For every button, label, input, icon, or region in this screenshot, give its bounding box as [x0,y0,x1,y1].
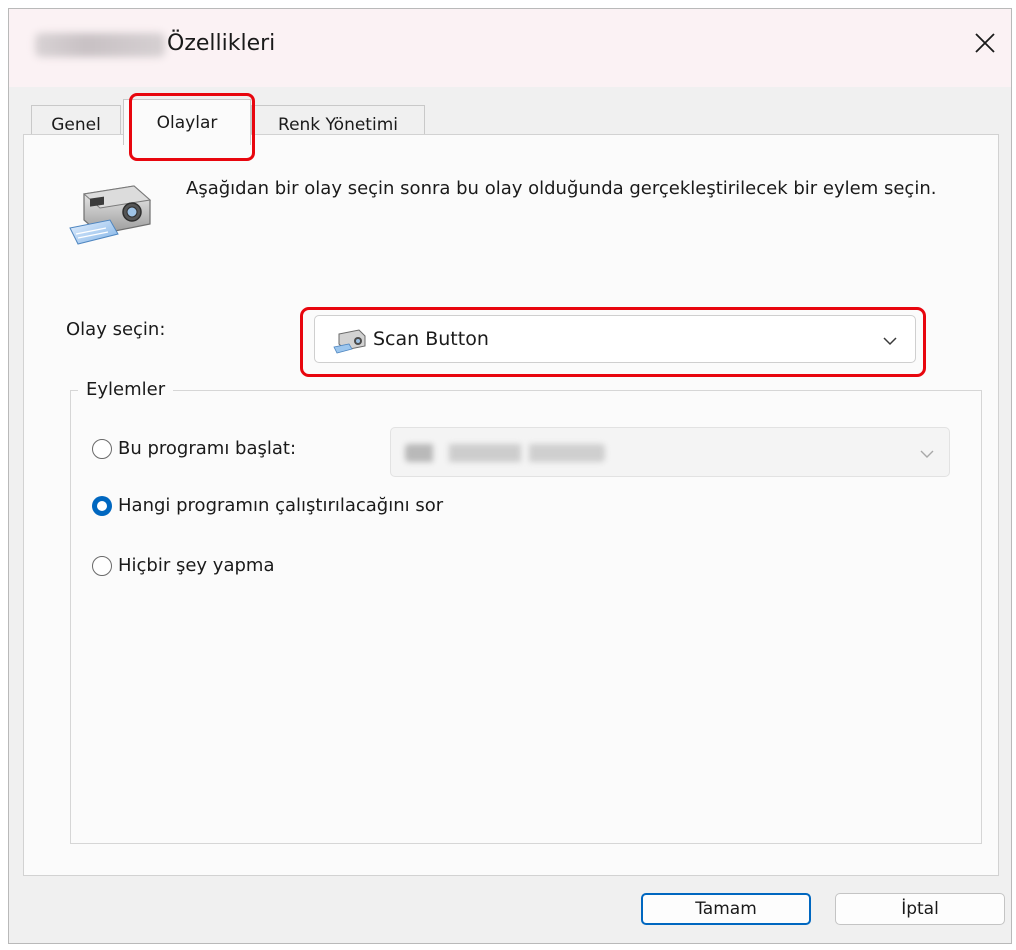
events-panel: Aşağıdan bir olay seçin sonra bu olay ol… [23,134,999,876]
screen: Özellikleri Genel Olaylar Renk Yönetimi [0,0,1016,950]
redacted-program-name [405,444,605,462]
radio-label: Hiçbir şey yapma [118,555,275,576]
selected-event: Scan Button [373,328,489,350]
window-title: Özellikleri [167,31,276,56]
program-dropdown[interactable] [390,427,950,477]
cancel-button[interactable]: İptal [835,893,1005,925]
events-description: Aşağıdan bir olay seçin sonra bu olay ol… [186,178,937,199]
radio-label: Bu programı başlat: [118,438,297,459]
tab-olaylar[interactable]: Olaylar [123,99,251,145]
chevron-down-icon [883,337,897,346]
event-select-label: Olay seçin: [66,319,166,340]
radio-label: Hangi programın çalıştırılacağını sor [118,495,444,516]
redacted-device-name [35,33,165,57]
radio-do-nothing[interactable]: Hiçbir şey yapma [92,555,274,576]
properties-dialog: Özellikleri Genel Olaylar Renk Yönetimi [8,8,1012,944]
chevron-down-icon [920,450,934,458]
close-icon [975,33,995,53]
close-button[interactable] [965,23,1005,63]
event-dropdown[interactable]: Scan Button [314,315,916,363]
title-bar: Özellikleri [9,9,1011,87]
radio-ask-program[interactable]: Hangi programın çalıştırılacağını sor [92,495,443,516]
scanner-icon [69,185,152,245]
radio-button[interactable] [92,555,112,576]
ok-button[interactable]: Tamam [641,893,811,925]
radio-start-program[interactable]: Bu programı başlat: [92,438,296,459]
radio-button-checked[interactable] [92,495,112,516]
actions-legend: Eylemler [78,379,174,400]
scanner-icon [333,329,366,354]
radio-button[interactable] [92,438,112,459]
